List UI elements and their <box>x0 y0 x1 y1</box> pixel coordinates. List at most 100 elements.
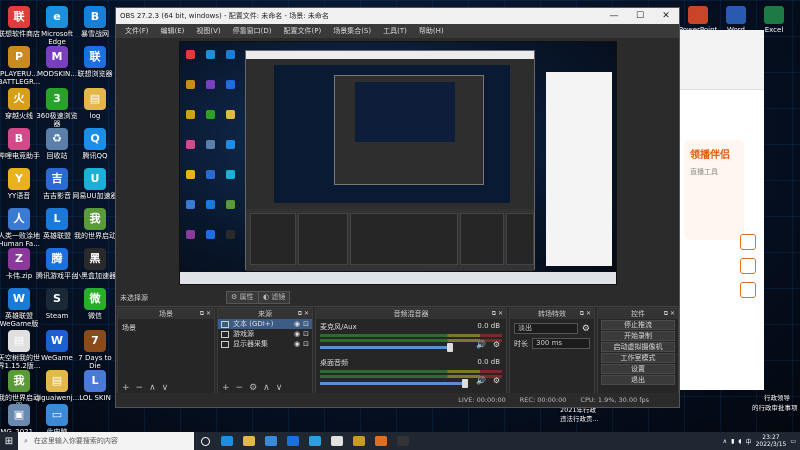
desktop-icon[interactable]: 7 7 Days to Die <box>72 330 118 370</box>
desktop-icon[interactable]: B 暴雪战网 <box>72 6 118 38</box>
minimize-button[interactable]: — <box>601 11 627 21</box>
close-button[interactable]: ✕ <box>653 11 679 21</box>
sources-toolbar[interactable]: +−⚙∧∨ <box>222 383 288 393</box>
menu-view[interactable]: 视图(V) <box>190 26 226 36</box>
filters-button[interactable]: ◐ 滤镜 <box>258 291 291 304</box>
controls-dock: 控件 ⧉ ✕ 停止推流 开始录制 启动虚拟摄像机 工作室模式 设置 退出 <box>597 308 679 396</box>
no-source-label: 未选择源 <box>120 294 148 302</box>
taskbar-app-lol-icon[interactable] <box>348 432 370 450</box>
desktop-icon[interactable]: 微微信 <box>72 288 118 320</box>
menu-tools[interactable]: 工具(T) <box>377 26 413 36</box>
taskbar-app-store-icon[interactable] <box>326 432 348 450</box>
app-icon: 3 <box>46 88 68 110</box>
transition-select[interactable]: 淡出 <box>514 323 578 334</box>
lock-icon[interactable]: ⊡ <box>303 320 309 328</box>
app-icon: 吉 <box>46 168 68 190</box>
mute-icon[interactable]: 🔊 <box>476 376 486 385</box>
gear-icon[interactable]: ⚙ <box>493 376 500 385</box>
settings-button[interactable]: 设置 <box>601 364 675 374</box>
taskbar-app-task-view-icon[interactable] <box>194 432 216 450</box>
lock-icon[interactable]: ⊡ <box>303 330 309 338</box>
notification-icon[interactable]: ▭ <box>790 438 796 445</box>
app-icon: 微 <box>84 288 106 310</box>
desktop-icon[interactable]: 我我的世界启动 <box>72 208 118 240</box>
maximize-button[interactable]: ☐ <box>627 11 653 21</box>
gear-icon[interactable]: ⚙ <box>493 340 500 349</box>
menu-profile[interactable]: 配置文件(P) <box>278 26 328 36</box>
desktop-icon[interactable]: U 网易UU加速器 <box>72 168 118 200</box>
taskbar-app-obs-icon[interactable] <box>392 432 414 450</box>
volume-slider[interactable] <box>320 379 468 388</box>
menu-scene-collection[interactable]: 场景集合(S) <box>327 26 377 36</box>
network-icon[interactable]: ▮ <box>731 438 734 445</box>
slider-handle[interactable] <box>447 343 454 352</box>
app-icon: 人 <box>8 208 30 230</box>
app-icon: ▤ <box>46 370 68 392</box>
desktop-icon[interactable]: 黑小黑盒加速器 <box>72 248 118 280</box>
taskbar-app-lenovo-icon[interactable] <box>282 432 304 450</box>
menu-bar: 文件(F) 编辑(E) 视图(V) 停靠窗口(D) 配置文件(P) 场景集合(S… <box>116 24 679 38</box>
scenes-dock: 场景 ⧉ ✕ 场景 +−∧∨ <box>117 308 215 396</box>
volume-slider[interactable] <box>320 343 454 352</box>
ime-icon[interactable]: 中 <box>746 437 752 446</box>
menu-file[interactable]: 文件(F) <box>119 26 155 36</box>
taskbar-app-mail-icon[interactable] <box>260 432 282 450</box>
app-icon: 联 <box>8 6 30 28</box>
volume-icon[interactable]: ◖ <box>738 438 741 445</box>
preview-canvas[interactable] <box>179 41 617 285</box>
desktop-icon[interactable]: L LOL SKIN <box>72 370 118 402</box>
expand-icon[interactable] <box>740 282 756 298</box>
promo-card[interactable]: 领播伴侣 直播工具 <box>684 140 744 240</box>
exit-button[interactable]: 退出 <box>601 375 675 385</box>
taskbar-search[interactable]: ⌕ 在这里输入你要搜索的内容 <box>18 432 194 450</box>
play-icon[interactable] <box>740 234 756 250</box>
source-row[interactable]: 显示器采集 ◉ ⊡ <box>218 339 312 349</box>
sources-header: 来源 ⧉ ✕ <box>218 309 312 319</box>
menu-docks[interactable]: 停靠窗口(D) <box>227 26 278 36</box>
mute-icon[interactable]: 🔊 <box>476 340 486 349</box>
menu-edit[interactable]: 编辑(E) <box>155 26 191 36</box>
level-meter <box>320 339 502 342</box>
live-status: LIVE: 00:00:00 <box>458 396 506 404</box>
menu-help[interactable]: 帮助(H) <box>413 26 450 36</box>
level-meter <box>320 370 502 373</box>
windows-start-icon[interactable]: ⊞ <box>0 432 18 450</box>
visibility-icon[interactable]: ◉ <box>294 320 300 328</box>
side-tool-column <box>740 234 758 306</box>
side-app-window[interactable]: 领播伴侣 直播工具 <box>676 30 764 390</box>
start-recording-button[interactable]: 开始录制 <box>601 331 675 341</box>
clock-time: 23:27 <box>762 434 780 441</box>
visibility-icon[interactable]: ◉ <box>294 330 300 338</box>
app-icon: 我 <box>8 370 30 392</box>
source-row[interactable]: 游戏源 ◉ ⊡ <box>218 329 312 339</box>
taskbar-app-edge2-icon[interactable] <box>304 432 326 450</box>
tray-chevron-icon[interactable]: ∧ <box>723 438 727 445</box>
scenes-toolbar[interactable]: +−∧∨ <box>122 383 174 393</box>
source-name: 文本 (GDI+) <box>233 320 274 328</box>
source-row[interactable]: 文本 (GDI+) ◉ ⊡ <box>218 319 312 329</box>
audio-mixer-dock: 音频混音器 ⧉ ✕ 麦克风/Aux 0.0 dB 🔊 ⚙ 桌面音频 0.0 dB 🔊 ⚙ <box>315 308 507 396</box>
clock[interactable]: 23:27 2022/3/15 <box>756 434 787 448</box>
promo-title: 领播伴侣 <box>690 150 730 161</box>
properties-button[interactable]: ⚙ 属性 <box>226 291 259 304</box>
taskbar-app-edge-icon[interactable] <box>216 432 238 450</box>
taskbar-app-app-orange-icon[interactable] <box>370 432 392 450</box>
transition-settings-icon[interactable]: ⚙ <box>582 324 590 334</box>
scene-item[interactable]: 场景 <box>118 319 214 337</box>
desktop-icon[interactable]: Q 腾讯QQ <box>72 128 118 160</box>
stop-streaming-button[interactable]: 停止推流 <box>601 320 675 330</box>
app-icon: M <box>46 46 68 68</box>
taskbar-app-explorer-icon[interactable] <box>238 432 260 450</box>
lock-icon[interactable]: ⊡ <box>303 340 309 348</box>
desktop-icon[interactable]: ▤ log <box>72 88 118 120</box>
visibility-icon[interactable]: ◉ <box>294 340 300 348</box>
app-icon: 火 <box>8 88 30 110</box>
obs-window[interactable]: OBS 27.2.3 (64 bit, windows) - 配置文件: 未命名… <box>115 7 680 408</box>
studio-mode-button[interactable]: 工作室模式 <box>601 353 675 363</box>
duration-input[interactable]: 300 ms <box>532 338 590 349</box>
slider-handle[interactable] <box>461 379 468 388</box>
virtual-camera-button[interactable]: 启动虚拟摄像机 <box>601 342 675 352</box>
desktop-icon[interactable]: 联联想浏览器 <box>72 46 118 78</box>
home-icon[interactable] <box>740 258 756 274</box>
scenes-header: 场景 ⧉ ✕ <box>118 309 214 319</box>
